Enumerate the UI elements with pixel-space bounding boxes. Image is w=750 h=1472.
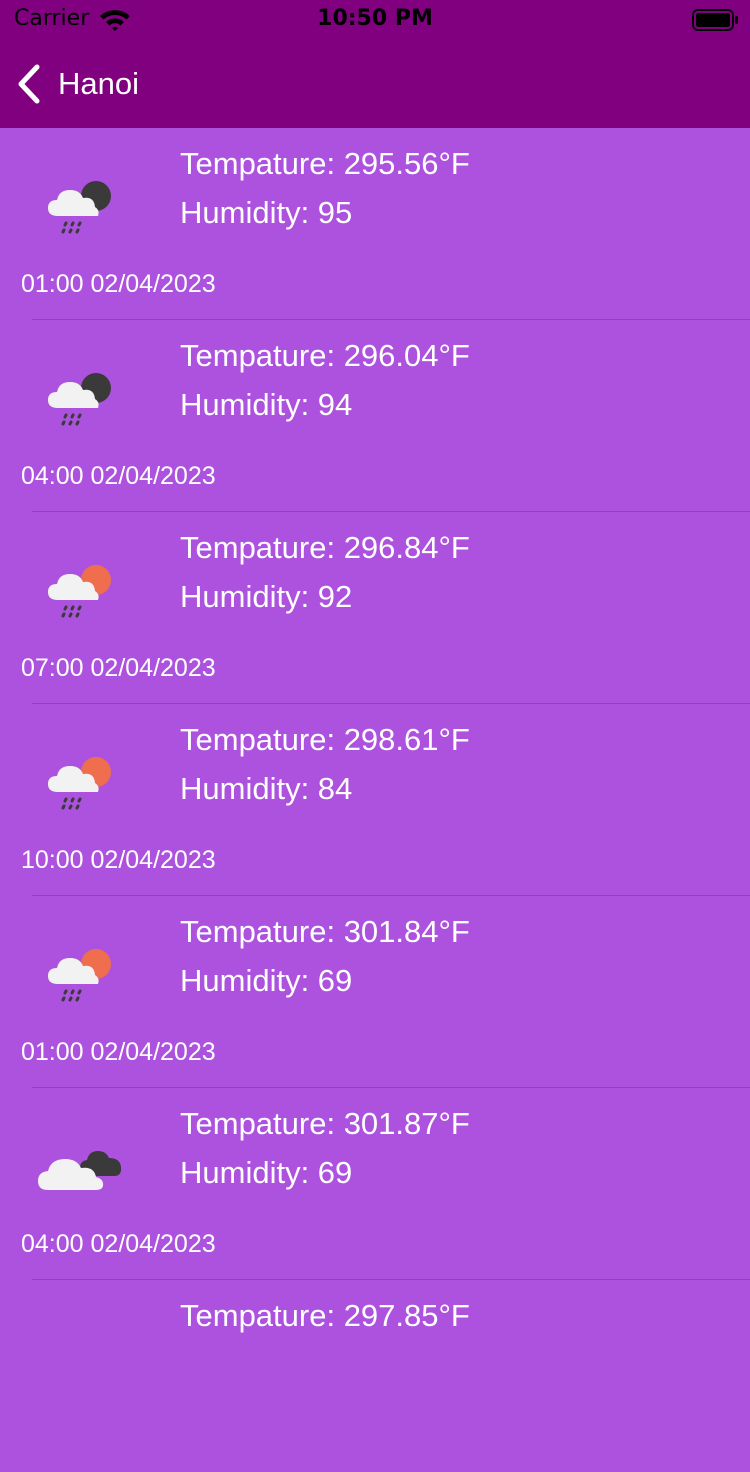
timestamp-label: 01:00 02/04/2023 — [21, 270, 216, 298]
chevron-left-icon — [18, 64, 40, 104]
day-rain-icon — [48, 757, 111, 810]
humidity-label: Humidity: 94 — [180, 387, 353, 422]
humidity-label: Humidity: 84 — [180, 771, 353, 806]
temperature-label: Tempature: 301.84°F — [180, 914, 470, 949]
day-rain-icon — [48, 565, 111, 618]
humidity-label: Humidity: 69 — [180, 963, 353, 998]
back-button[interactable]: Hanoi — [14, 60, 139, 108]
timestamp-label: 01:00 02/04/2023 — [21, 1038, 216, 1066]
temperature-label: Tempature: 296.84°F — [180, 530, 470, 565]
navigation-header: Carrier 10:50 PM Hanoi — [0, 0, 750, 128]
list-item[interactable]: Tempature: 297.85°F — [0, 1280, 750, 1472]
night-rain-icon — [48, 181, 111, 234]
temperature-label: Tempature: 295.56°F — [180, 146, 470, 181]
humidity-label: Humidity: 95 — [180, 195, 353, 230]
list-item[interactable]: Tempature: 301.84°F Humidity: 69 01:00 0… — [0, 896, 750, 1088]
temperature-label: Tempature: 297.85°F — [180, 1298, 470, 1333]
timestamp-label: 10:00 02/04/2023 — [21, 846, 216, 874]
list-item[interactable]: Tempature: 296.04°F Humidity: 94 04:00 0… — [0, 320, 750, 512]
temperature-label: Tempature: 296.04°F — [180, 338, 470, 373]
battery-icon — [692, 9, 740, 35]
temperature-label: Tempature: 298.61°F — [180, 722, 470, 757]
page-title: Hanoi — [58, 66, 139, 101]
day-rain-icon — [48, 949, 111, 1002]
timestamp-label: 04:00 02/04/2023 — [21, 1230, 216, 1258]
status-bar: Carrier 10:50 PM — [0, 0, 750, 40]
night-rain-icon — [48, 373, 111, 426]
status-time: 10:50 PM — [317, 6, 433, 31]
timestamp-label: 07:00 02/04/2023 — [21, 654, 216, 682]
list-item[interactable]: Tempature: 295.56°F Humidity: 95 01:00 0… — [0, 128, 750, 320]
temperature-label: Tempature: 301.87°F — [180, 1106, 470, 1141]
humidity-label: Humidity: 92 — [180, 579, 353, 614]
list-item[interactable]: Tempature: 298.61°F Humidity: 84 10:00 0… — [0, 704, 750, 896]
humidity-label: Humidity: 69 — [180, 1155, 353, 1190]
timestamp-label: 04:00 02/04/2023 — [21, 462, 216, 490]
list-item[interactable]: Tempature: 301.87°F Humidity: 69 04:00 0… — [0, 1088, 750, 1280]
list-item[interactable]: Tempature: 296.84°F Humidity: 92 07:00 0… — [0, 512, 750, 704]
forecast-list[interactable]: Tempature: 295.56°F Humidity: 95 01:00 0… — [0, 128, 750, 1472]
broken-clouds-icon — [38, 1151, 122, 1190]
